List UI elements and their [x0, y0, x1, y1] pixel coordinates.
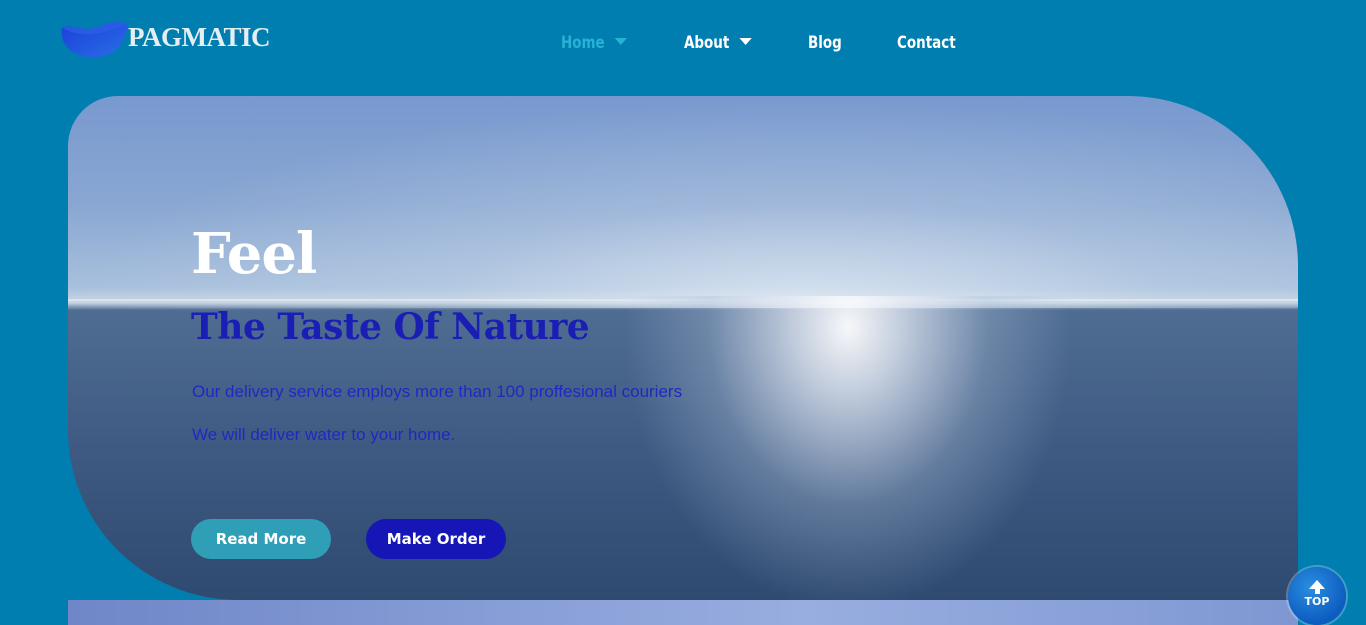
- nav-item-about[interactable]: About: [684, 33, 793, 53]
- nav-item-contact[interactable]: Contact: [897, 33, 967, 53]
- make-order-button[interactable]: Make Order: [366, 519, 506, 559]
- chevron-down-icon: [614, 37, 627, 45]
- nav-item-label: Contact: [897, 33, 956, 53]
- hero-banner: Feel The Taste Of Nature Our delivery se…: [68, 96, 1298, 600]
- read-more-button[interactable]: Read More: [191, 519, 331, 559]
- water-wave-logo-icon: [61, 22, 128, 58]
- scroll-top-label: TOP: [1304, 595, 1330, 608]
- main-nav: Home About Blog Contact: [561, 33, 977, 53]
- hero-title: Feel: [191, 221, 317, 287]
- site-header: PAGMATIC Home About Blog Contact: [0, 0, 1366, 90]
- logo[interactable]: PAGMATIC: [60, 20, 270, 60]
- nav-item-label: Blog: [808, 33, 842, 53]
- chevron-down-icon: [739, 37, 752, 45]
- brand-name: PAGMATIC: [128, 21, 270, 52]
- hero-description-line: We will deliver water to your home.: [192, 425, 456, 444]
- hero-subtitle: The Taste Of Nature: [191, 306, 590, 348]
- nav-item-label: Home: [561, 33, 605, 53]
- hero-description-line: Our delivery service employs more than 1…: [192, 382, 683, 401]
- nav-item-home[interactable]: Home: [561, 33, 631, 53]
- nav-item-blog[interactable]: Blog: [808, 33, 886, 53]
- scroll-to-top-button[interactable]: TOP: [1288, 567, 1346, 625]
- sun-glare: [628, 296, 1068, 600]
- nav-item-label: About: [684, 33, 730, 53]
- next-section-strip: [68, 600, 1298, 625]
- arrow-up-icon: [1309, 580, 1325, 589]
